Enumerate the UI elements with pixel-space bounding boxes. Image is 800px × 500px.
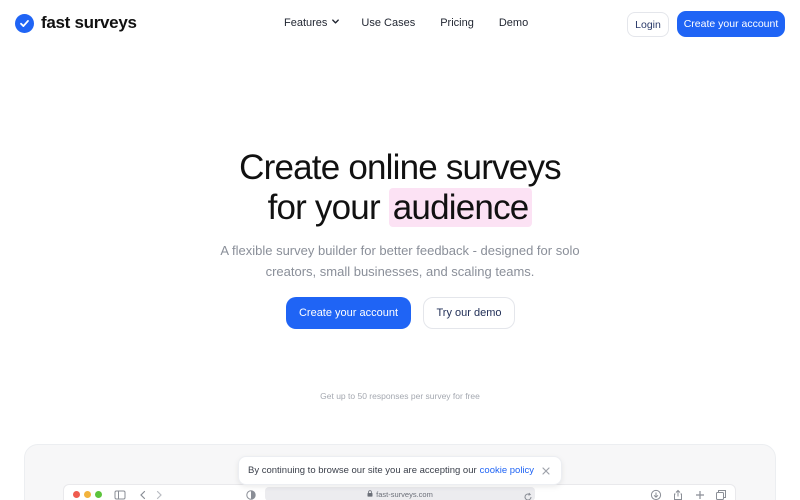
forward-arrow-icon: [153, 488, 165, 500]
main-nav: Features Use Cases Pricing Demo: [284, 17, 528, 29]
hero-title-line1: Create online surveys: [239, 148, 562, 187]
nav-item-pricing[interactable]: Pricing: [440, 17, 474, 29]
chevron-down-icon: [331, 17, 340, 29]
hero-subtitle-line1: A flexible survey builder for better fee…: [220, 243, 580, 258]
hero-title-line2: for your audience: [0, 188, 800, 228]
share-icon: [672, 488, 684, 500]
window-close-dot: [73, 491, 80, 498]
window-maximize-dot: [95, 491, 102, 498]
hero-title-highlight: audience: [388, 188, 533, 227]
hero-title: Create online surveys for your audience: [0, 148, 800, 228]
sidebar-icon: [114, 488, 126, 500]
nav-item-features[interactable]: Features: [284, 17, 340, 29]
new-tab-icon: [694, 488, 706, 500]
cookie-banner: By continuing to browse our site you are…: [238, 456, 562, 485]
cookie-banner-text: By continuing to browse our site you are…: [248, 465, 477, 476]
mock-url-text: fast-surveys.com: [376, 489, 433, 499]
check-circle-icon: [15, 13, 34, 33]
privacy-shield-icon: [245, 488, 257, 500]
create-account-button[interactable]: Create your account: [677, 11, 785, 37]
lock-icon: [367, 489, 373, 499]
window-minimize-dot: [84, 491, 91, 498]
nav-item-use-cases[interactable]: Use Cases: [361, 17, 415, 29]
try-demo-button[interactable]: Try our demo: [423, 297, 515, 329]
hero-create-account-button[interactable]: Create your account: [286, 297, 411, 329]
top-navbar: fast surveys Features Use Cases Pricing …: [0, 0, 800, 48]
mock-url-bar: fast-surveys.com: [265, 487, 535, 500]
tabs-overview-icon: [715, 488, 727, 500]
free-tier-note: Get up to 50 responses per survey for fr…: [320, 391, 480, 401]
nav-item-label: Features: [284, 17, 328, 29]
reload-icon: [523, 489, 535, 500]
hero-subtitle: A flexible survey builder for better fee…: [200, 240, 600, 282]
nav-item-label: Use Cases: [361, 17, 416, 29]
login-button[interactable]: Login: [627, 12, 669, 37]
brand-logo-link[interactable]: fast surveys: [15, 13, 137, 33]
close-icon[interactable]: [541, 466, 551, 476]
download-icon: [650, 488, 662, 500]
nav-item-label: Demo: [498, 17, 529, 29]
hero-title-prefix: for your: [267, 188, 381, 227]
nav-item-demo[interactable]: Demo: [499, 17, 528, 29]
brand-name: fast surveys: [41, 13, 137, 32]
hero-subtitle-line2: creators, small businesses, and scaling …: [265, 264, 535, 279]
landing-page: fast surveys Features Use Cases Pricing …: [0, 0, 800, 500]
back-arrow-icon: [137, 488, 149, 500]
nav-item-label: Pricing: [440, 17, 474, 29]
cookie-policy-link[interactable]: cookie policy: [480, 465, 534, 476]
